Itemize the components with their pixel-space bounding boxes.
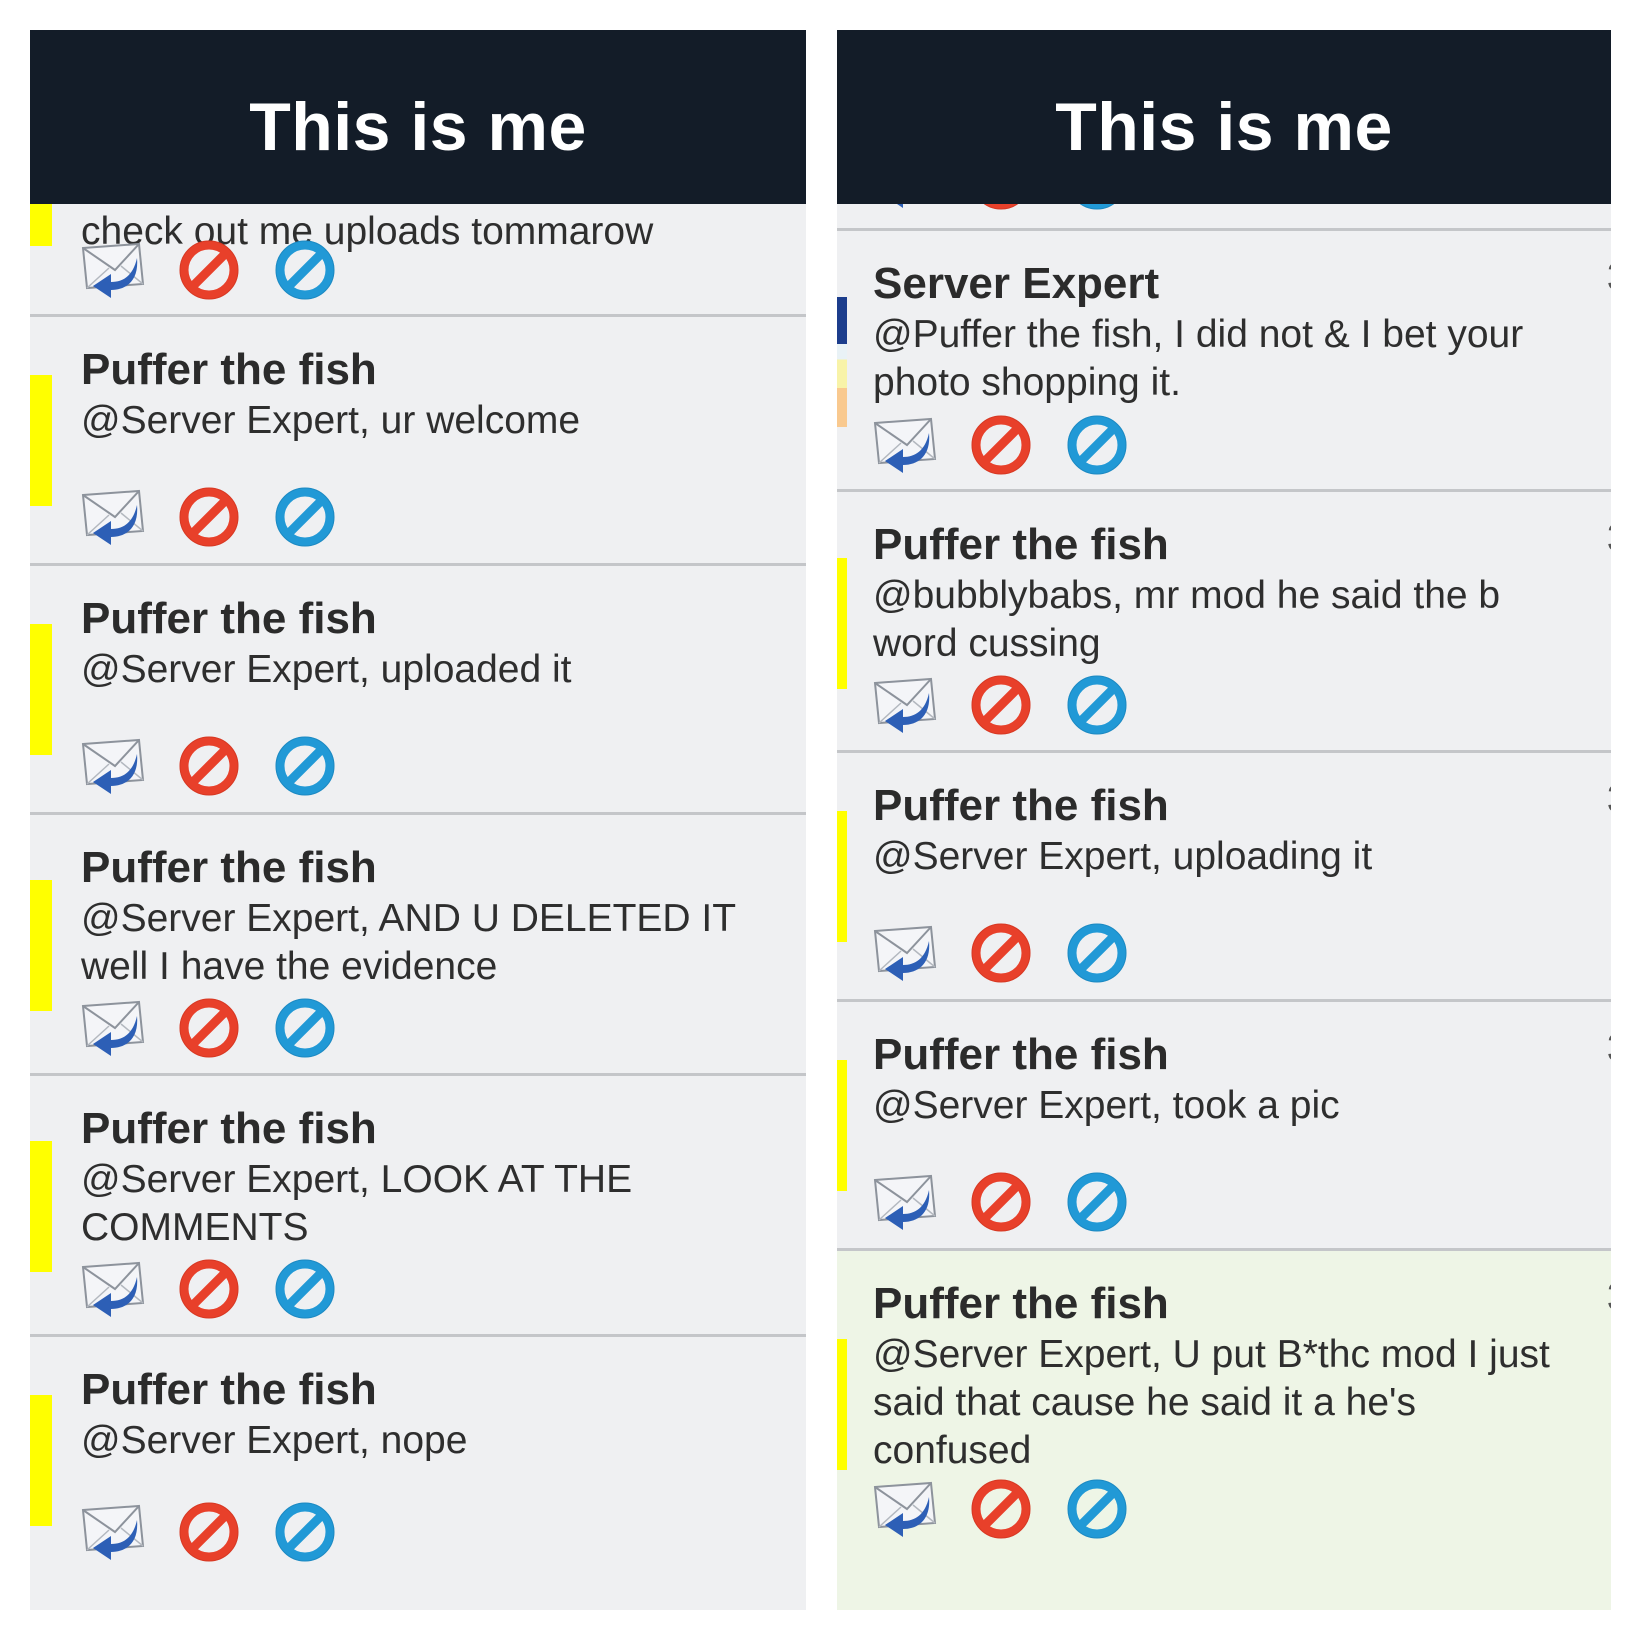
post-message: @Server Expert, took a pic [873,1084,1340,1127]
blue-block-icon[interactable] [273,487,337,547]
post-message: @Server Expert, nope [81,1419,468,1462]
list-item: Puffer the fish 3 @Server Expert, took a… [837,1002,1611,1251]
post-message: @Server Expert, LOOK AT THE COMMENTS [81,1158,633,1249]
reply-envelope-icon[interactable] [81,487,149,547]
reply-envelope-icon[interactable] [873,1172,941,1232]
post-author[interactable]: Server Expert [873,259,1159,309]
indicator-bar [30,880,52,1011]
red-no-icon[interactable] [177,998,241,1058]
page-title: This is me [249,89,587,165]
blue-block-icon[interactable] [273,240,337,300]
post-message: @Server Expert, uploaded it [81,648,572,691]
list-item: Puffer the fish @Server Expert, nope [30,1337,806,1610]
indicator-bar [837,558,847,689]
red-no-icon[interactable] [177,736,241,796]
indicator-bar [837,811,847,942]
reply-envelope-icon[interactable] [81,1259,149,1319]
red-no-icon[interactable] [177,487,241,547]
list-item: Puffer the fish 3 @bubblybabs, mr mod he… [837,492,1611,753]
post-author[interactable]: Puffer the fish [873,520,1169,570]
list-item: Puffer the fish @Server Expert, AND U DE… [30,815,806,1076]
reply-envelope-icon[interactable] [873,923,941,983]
indicator-bar [837,297,847,427]
reply-envelope-icon[interactable] [873,1479,941,1539]
red-no-icon[interactable] [969,415,1033,475]
indicator-bar [30,1395,52,1526]
list-item: Puffer the fish @Server Expert, uploaded… [30,566,806,815]
timestamp: 3 [1607,516,1611,561]
blue-block-icon[interactable] [1065,415,1129,475]
list-item: Puffer the fish @Server Expert, LOOK AT … [30,1076,806,1337]
list-item: Puffer the fish 3 @Server Expert, U put … [837,1251,1611,1610]
red-no-icon[interactable] [969,1172,1033,1232]
reply-envelope-icon[interactable] [873,415,941,475]
post-author[interactable]: Puffer the fish [81,843,377,893]
post-author[interactable]: Puffer the fish [81,1365,377,1415]
indicator-bar [30,1141,52,1272]
post-message: @Server Expert, AND U DELETED IT well I … [81,897,737,988]
indicator-bar [837,1339,847,1470]
list-item: check out me uploads tommarow [30,190,806,317]
post-author[interactable]: Puffer the fish [873,1279,1169,1329]
timestamp: 3 [1607,1026,1611,1071]
reply-envelope-icon[interactable] [873,675,941,735]
page-title: This is me [1055,89,1393,165]
post-message: @Server Expert, uploading it [873,835,1373,878]
red-no-icon[interactable] [177,240,241,300]
red-no-icon[interactable] [177,1502,241,1562]
red-no-icon[interactable] [969,1479,1033,1539]
red-no-icon[interactable] [177,1259,241,1319]
header-bar: This is me [30,30,806,204]
post-message: @bubblybabs, mr mod he said the b word c… [873,574,1501,665]
indicator-bar [30,624,52,755]
post-message: @Server Expert, U put B*thc mod I just s… [873,1333,1550,1472]
timestamp: 3 [1607,255,1611,300]
red-no-icon[interactable] [969,675,1033,735]
blue-block-icon[interactable] [273,736,337,796]
blue-block-icon[interactable] [273,998,337,1058]
blue-block-icon[interactable] [1065,675,1129,735]
blue-block-icon[interactable] [1065,923,1129,983]
list-item: Server Expert 3 @Puffer the fish, I did … [837,231,1611,492]
list-item: Puffer the fish @Server Expert, ur welco… [30,317,806,566]
timestamp: 3 [1607,1275,1611,1320]
reply-envelope-icon[interactable] [81,240,149,300]
reply-envelope-icon[interactable] [81,1502,149,1562]
indicator-bar [30,375,52,506]
post-author[interactable]: Puffer the fish [873,781,1169,831]
list-item: Puffer the fish 3 @Server Expert, upload… [837,753,1611,1002]
post-author[interactable]: Puffer the fish [81,345,377,395]
post-author[interactable]: Puffer the fish [81,594,377,644]
blue-block-icon[interactable] [1065,1479,1129,1539]
right-panel: This is me Server Expert 3 @Puffer the f… [837,30,1611,1610]
post-author[interactable]: Puffer the fish [81,1104,377,1154]
blue-block-icon[interactable] [273,1502,337,1562]
reply-envelope-icon[interactable] [81,998,149,1058]
blue-block-icon[interactable] [1065,1172,1129,1232]
timestamp: 3 [1607,777,1611,822]
post-message: @Server Expert, ur welcome [81,399,581,442]
post-author[interactable]: Puffer the fish [873,1030,1169,1080]
header-bar: This is me [837,30,1611,204]
left-panel: This is me check out me uploads tommarow… [30,30,806,1610]
post-message: @Puffer the fish, I did not & I bet your… [873,313,1524,404]
red-no-icon[interactable] [969,923,1033,983]
blue-block-icon[interactable] [273,1259,337,1319]
post-message: check out me uploads tommarow [81,210,654,253]
indicator-bar [837,1060,847,1191]
reply-envelope-icon[interactable] [81,736,149,796]
